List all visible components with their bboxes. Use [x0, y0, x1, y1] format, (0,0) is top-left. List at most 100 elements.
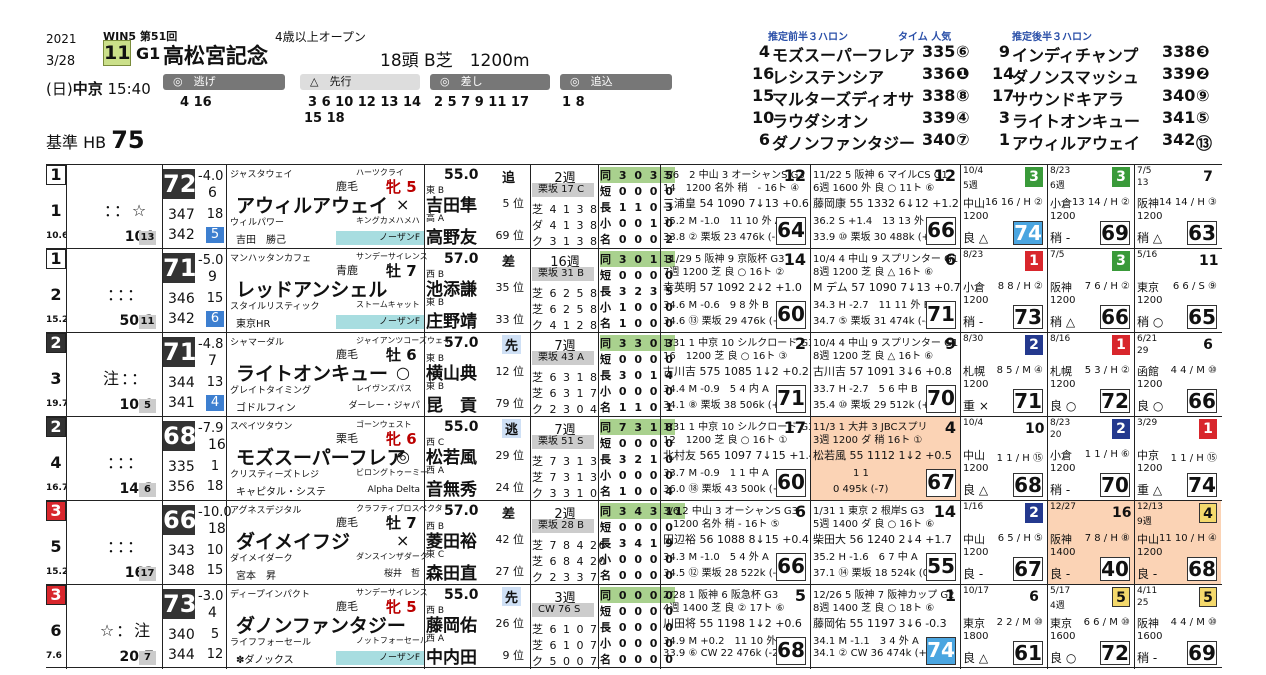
rating-value: 72 — [163, 169, 195, 199]
pace-senko-horses: 3 6 10 12 13 14 — [308, 95, 422, 110]
past-race-info: 12 1200 芝 良 ○ 16ト ① — [663, 435, 788, 446]
past-race-pace: 1 1 — [813, 468, 869, 479]
race-number: 11 — [103, 40, 131, 66]
horse-mark: × — [396, 531, 410, 550]
sprint-distance: 1200 — [963, 379, 989, 390]
rating-diff: -3.0 — [198, 589, 224, 604]
sprint-finish: 3 — [1112, 251, 1130, 271]
sprint-gap: 9週 — [1137, 517, 1152, 527]
sprint-venue: 小倉 — [963, 281, 985, 294]
pace-oikomi: ◎ 追込 — [560, 74, 672, 90]
jockey-rank: 29 位 — [495, 449, 525, 462]
sprint-race: 12/27 16 阪神 1400 7 8 / H ⑧ 良 - 40 — [1047, 501, 1134, 585]
column-divider — [66, 249, 67, 333]
sprint-distance: 1600 — [1137, 631, 1163, 642]
past-race-jockey: 北村友 565 1097 7↓15 +1.4 — [663, 449, 810, 462]
index-a: 343 — [168, 543, 195, 559]
sprint-going: 良 ○ — [1137, 399, 1164, 413]
sprint-finish: 1 — [1199, 419, 1217, 439]
past-race-finish: 14 — [933, 502, 956, 521]
sprint-race: 3/29 1 中京 1200 1 1 / H ⑮ 重 △ 74 — [1134, 417, 1221, 501]
sprint-rating: 70 — [1100, 473, 1130, 497]
past-race-rating: 71 — [776, 385, 806, 413]
sire: ディープインパクト — [230, 590, 310, 600]
pred-front-name: マルターズディオサ — [772, 90, 915, 109]
index-b: 348 — [168, 563, 195, 579]
sprint-finish: 4 — [1199, 503, 1217, 523]
column-divider — [530, 585, 531, 669]
pred-front-name: モズスーパーフレア — [772, 46, 915, 65]
horse-name: レッドアンシェル — [236, 279, 388, 301]
pred-back-time: 340 — [1162, 86, 1196, 105]
sprint-distance: 1600 — [1050, 631, 1076, 642]
past-race-rating: 70 — [926, 385, 956, 413]
index-b-rank: 6 — [206, 311, 224, 327]
dam-sire: キングカメハメハ — [356, 216, 420, 225]
sprint-finish: 11 — [1199, 253, 1219, 269]
past-race-info: 6週 1600 外 良 ○ 11ト ⑥ — [813, 183, 935, 194]
race-field-info: 18頭 B芝 1200m — [380, 51, 530, 71]
training-box: 栗坂 17 C — [532, 183, 594, 197]
pred-back-rank: ⑬ — [1196, 134, 1213, 153]
pred-front-no: 15 — [752, 86, 775, 105]
sprint-gap: 29 — [1137, 346, 1149, 356]
index-b-rank: 18 — [206, 479, 224, 494]
owner: 東京HR — [236, 319, 271, 330]
sprint-finish: 3 — [1025, 167, 1043, 187]
frame-number: 1 — [46, 249, 66, 269]
past-race-finish: 2 — [794, 334, 806, 353]
sprint-date: 7/5 — [1050, 250, 1065, 260]
sprint-distance: 1200 — [963, 463, 989, 474]
sprint-venue: 中山 — [1137, 533, 1159, 546]
column-divider — [424, 249, 425, 333]
dam: ライフフォーセール — [230, 638, 312, 648]
column-divider — [226, 585, 227, 669]
sprint-race: 8/30 2 札幌 1200 8 5 / M ④ 重 × 71 — [960, 333, 1047, 417]
run-style: 差 — [502, 255, 516, 270]
race-grade: G1 — [136, 44, 161, 63]
sprint-gap: 4週 — [1050, 601, 1065, 611]
sprint-finish: 10 — [1025, 421, 1045, 437]
sex-age: 牝 5 — [386, 178, 417, 196]
rating-rank: 16 — [208, 437, 226, 453]
past-race-rating: 60 — [776, 469, 806, 497]
sire: シャマーダル — [230, 338, 285, 348]
owner: ✽ダノックス — [236, 655, 294, 666]
record-line-3: ク 5 0 0 7 — [532, 655, 599, 668]
sprint-rating: 69 — [1187, 641, 1217, 665]
popularity-rank: 17 — [139, 567, 156, 581]
sprint-venue: 中山 — [963, 533, 985, 546]
horse-name: アウィルアウェイ — [236, 195, 389, 217]
pred-front-rank: ⑦ — [956, 130, 970, 149]
past-race-rating: 66 — [926, 217, 956, 245]
trainer-rank: 79 位 — [495, 397, 525, 410]
past-race-pace: 35.2 M -1.0 11 10 外 A — [663, 216, 782, 227]
past-race-jockey: 三浦皇 54 1090 7↓13 +0.6 — [663, 197, 809, 210]
rating-diff: -4.0 — [198, 169, 224, 184]
sprint-going: 良 ○ — [1050, 651, 1077, 665]
sprint-date: 12/13 — [1137, 502, 1163, 512]
column-divider — [226, 333, 227, 417]
breeder: ノーザンF — [336, 231, 424, 245]
pred-front-no: 10 — [752, 108, 775, 127]
pred-back-name: アウィルアウェイ — [1012, 134, 1141, 153]
past-race-info: 3週 1200 ダ 稍 16ト ① — [813, 435, 923, 446]
sprint-going: 重 △ — [1137, 483, 1163, 497]
sprint-date: 4/11 — [1137, 586, 1158, 596]
pred-front-rank: ❶ — [956, 64, 970, 83]
pred-back-no: 14 — [992, 64, 1015, 83]
record-line-1: 芝 4 1 3 8 — [532, 203, 599, 216]
weight: 55.0 — [444, 167, 479, 183]
record-line-2: 芝 6 3 1 7 — [532, 387, 599, 400]
past-race-info: 1200 名外 稍 - 16ト ⑤ — [663, 519, 780, 530]
sprint-positions: 6 6 / S ⑨ — [1172, 281, 1217, 292]
sprint-rating: 72 — [1100, 641, 1130, 665]
sprint-positions: 1 1 / H ⑮ — [1170, 453, 1217, 464]
sprint-date: 5/16 — [1137, 250, 1158, 260]
column-divider — [66, 585, 67, 669]
pred-back-rank: ⑨ — [1196, 86, 1210, 105]
sprint-finish: 5 — [1112, 587, 1130, 607]
sprint-race: 10/17 6 東京 1800 2 2 / M ⑩ 良 △ 61 — [960, 585, 1047, 669]
horse-number: 1 — [50, 201, 62, 220]
pred-back-name: ライトオンキュー — [1012, 112, 1141, 131]
